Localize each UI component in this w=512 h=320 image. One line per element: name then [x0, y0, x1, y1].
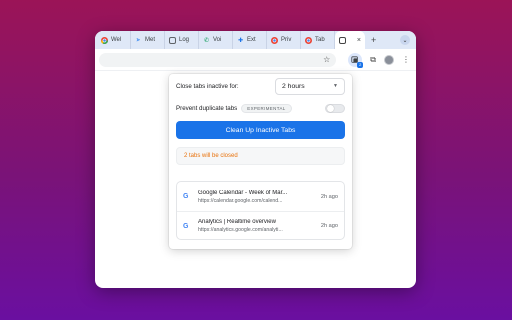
item-time: 2h ago — [320, 193, 338, 200]
clean-up-button[interactable]: Clean Up Inactive Tabs — [176, 121, 345, 139]
toolbar: ☆ 2 ⧉ ⋮ — [95, 49, 416, 71]
chevron-down-icon: ▼ — [333, 83, 338, 89]
tab-privacy[interactable]: Priv — [267, 31, 301, 49]
tab-tabs[interactable]: Tab — [301, 31, 335, 49]
item-url: https://analytics.google.com/analyti... — [198, 227, 283, 233]
item-title: Google Calendar - Week of Mar... — [198, 189, 288, 196]
duplicate-tabs-row: Prevent duplicate tabs EXPERIMENTAL — [176, 102, 345, 114]
toggle-knob — [327, 105, 334, 112]
close-inactive-row: Close tabs inactive for: 2 hours ▼ — [176, 77, 345, 95]
list-item[interactable]: G Analytics | Realtime overview https://… — [177, 211, 344, 239]
tab-voice[interactable]: ✆ Voi — [199, 31, 233, 49]
tab-welcome[interactable]: Wel — [97, 31, 131, 49]
more-menu-icon[interactable]: ⋮ — [402, 55, 410, 64]
tab-logs[interactable]: Log — [165, 31, 199, 49]
tab-strip: Wel ⪢ Met Log ✆ Voi ✚ Ext Priv Tab × + ⌄ — [95, 31, 416, 49]
address-bar[interactable]: ☆ — [99, 52, 337, 67]
bookmark-star-icon[interactable]: ☆ — [323, 55, 330, 64]
tab-label: Priv — [281, 37, 292, 43]
list-item[interactable]: G Google Calendar - Week of Mar... https… — [177, 182, 344, 211]
tab-cleaner-extension-button[interactable]: 2 — [348, 52, 364, 68]
select-value: 2 hours — [282, 82, 305, 90]
tab-extensions[interactable]: ✚ Ext — [233, 31, 267, 49]
phone-icon: ✆ — [203, 37, 210, 44]
item-time: 2h ago — [320, 223, 338, 229]
puzzle-icon: ✚ — [237, 37, 244, 44]
avatar[interactable] — [384, 54, 394, 65]
extension-tab-icon — [339, 36, 346, 44]
close-inactive-label: Close tabs inactive for: — [176, 82, 239, 90]
tab-label: Wel — [111, 37, 122, 43]
google-icon: G — [183, 193, 189, 200]
tab-label: Log — [179, 37, 190, 43]
tab-label: Met — [145, 37, 156, 43]
tab-label: Ext — [247, 37, 256, 43]
status-message: 2 tabs will be closed — [176, 147, 345, 165]
chrome-icon — [271, 36, 278, 44]
extension-badge: 2 — [357, 61, 364, 68]
tab-search-button[interactable]: ⌄ — [400, 35, 410, 45]
google-icon: G — [183, 222, 189, 230]
item-url: https://calendar.google.com/calend... — [198, 197, 283, 204]
inactive-duration-select[interactable]: 2 hours ▼ — [275, 77, 345, 95]
extension-popup: Close tabs inactive for: 2 hours ▼ Preve… — [169, 74, 352, 249]
tab-close-icon[interactable]: × — [357, 37, 361, 44]
tab-list: G Google Calendar - Week of Mar... https… — [176, 181, 345, 240]
new-tab-button[interactable]: + — [371, 35, 376, 45]
tab-meta[interactable]: ⪢ Met — [131, 31, 165, 49]
duplicate-tabs-label: Prevent duplicate tabs — [176, 104, 238, 112]
meta-icon: ⪢ — [136, 36, 141, 43]
tab-active[interactable]: × — [335, 31, 365, 49]
doc-icon — [169, 36, 176, 44]
tab-label: Voi — [213, 37, 222, 43]
experimental-badge: EXPERIMENTAL — [241, 103, 292, 113]
chrome-icon — [101, 36, 108, 44]
duplicate-tabs-toggle[interactable] — [325, 103, 345, 113]
chrome-icon — [305, 36, 312, 44]
tab-label: Tab — [315, 37, 325, 43]
item-title: Analytics | Realtime overview — [198, 219, 276, 225]
extensions-puzzle-icon[interactable]: ⧉ — [370, 55, 376, 65]
